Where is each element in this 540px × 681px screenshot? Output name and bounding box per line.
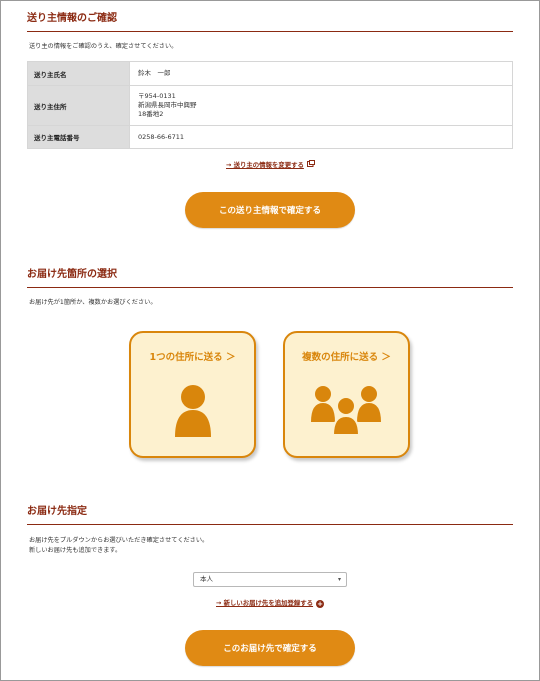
sender-phone-value: 0258-66-6711 [129, 125, 513, 149]
confirm-destination-button[interactable]: このお届け先で確定する [185, 630, 355, 666]
destination-note-line-2: 新しいお届け先も追加できます。 [29, 547, 122, 554]
sender-address-value: 〒954-0131 新潟県長岡市中興野 18番地2 [129, 85, 513, 126]
sender-address-label: 送り主住所 [27, 85, 130, 126]
sender-section-title: 送り主情報のご確認 [27, 12, 513, 32]
destination-note-line-1: お届け先をプルダウンからお選びいただき確定させてください。 [29, 537, 209, 544]
page: 送り主情報のご確認 送り主の情報をご確認のうえ、確定させてください。 送り主氏名… [0, 0, 540, 681]
multiple-address-card[interactable]: 複数の住所に送る ＞ [283, 331, 410, 458]
group-icon [311, 386, 381, 436]
chevron-down-icon: ▾ [337, 576, 341, 583]
destination-select-title: お届け先箇所の選択 [27, 268, 513, 288]
destination-selected-value: 本人 [200, 575, 213, 583]
sender-name-value: 鈴木 一郎 [129, 61, 513, 86]
add-destination-link[interactable]: → 新しいお届け先を追加登録する + [216, 598, 325, 608]
window-icon [306, 160, 315, 169]
sender-row-phone: 送り主電話番号 0258-66-6711 [27, 125, 513, 149]
postal-code: 〒954-0131 [138, 92, 176, 100]
plus-circle-icon: + [316, 600, 325, 608]
sender-note: 送り主の情報をご確認のうえ、確定させてください。 [29, 43, 178, 50]
address-line-1: 新潟県長岡市中興野 [138, 101, 197, 109]
address-line-2: 18番地2 [138, 110, 164, 118]
destination-select[interactable]: 本人 ▾ [193, 572, 347, 587]
person-icon [175, 385, 211, 437]
confirm-sender-button[interactable]: この送り主情報で確定する [185, 192, 355, 228]
single-address-card[interactable]: 1つの住所に送る ＞ [129, 331, 256, 458]
destination-section-title: お届け先指定 [27, 505, 513, 525]
change-sender-link-text: → 送り主の情報を変更する [226, 161, 304, 169]
sender-row-address: 送り主住所 〒954-0131 新潟県長岡市中興野 18番地2 [27, 85, 513, 126]
destination-select-note: お届け先が1箇所か、複数かお選びください。 [29, 299, 157, 306]
sender-info-table: 送り主氏名 鈴木 一郎 送り主住所 〒954-0131 新潟県長岡市中興野 18… [27, 61, 513, 149]
change-sender-link[interactable]: → 送り主の情報を変更する [226, 160, 315, 169]
sender-name-label: 送り主氏名 [27, 61, 130, 86]
sender-row-name: 送り主氏名 鈴木 一郎 [27, 61, 513, 86]
sender-phone-label: 送り主電話番号 [27, 125, 130, 149]
add-destination-link-text: → 新しいお届け先を追加登録する [216, 599, 314, 607]
destination-note: お届け先をプルダウンからお選びいただき確定させてください。 新しいお届け先も追加… [29, 536, 208, 556]
